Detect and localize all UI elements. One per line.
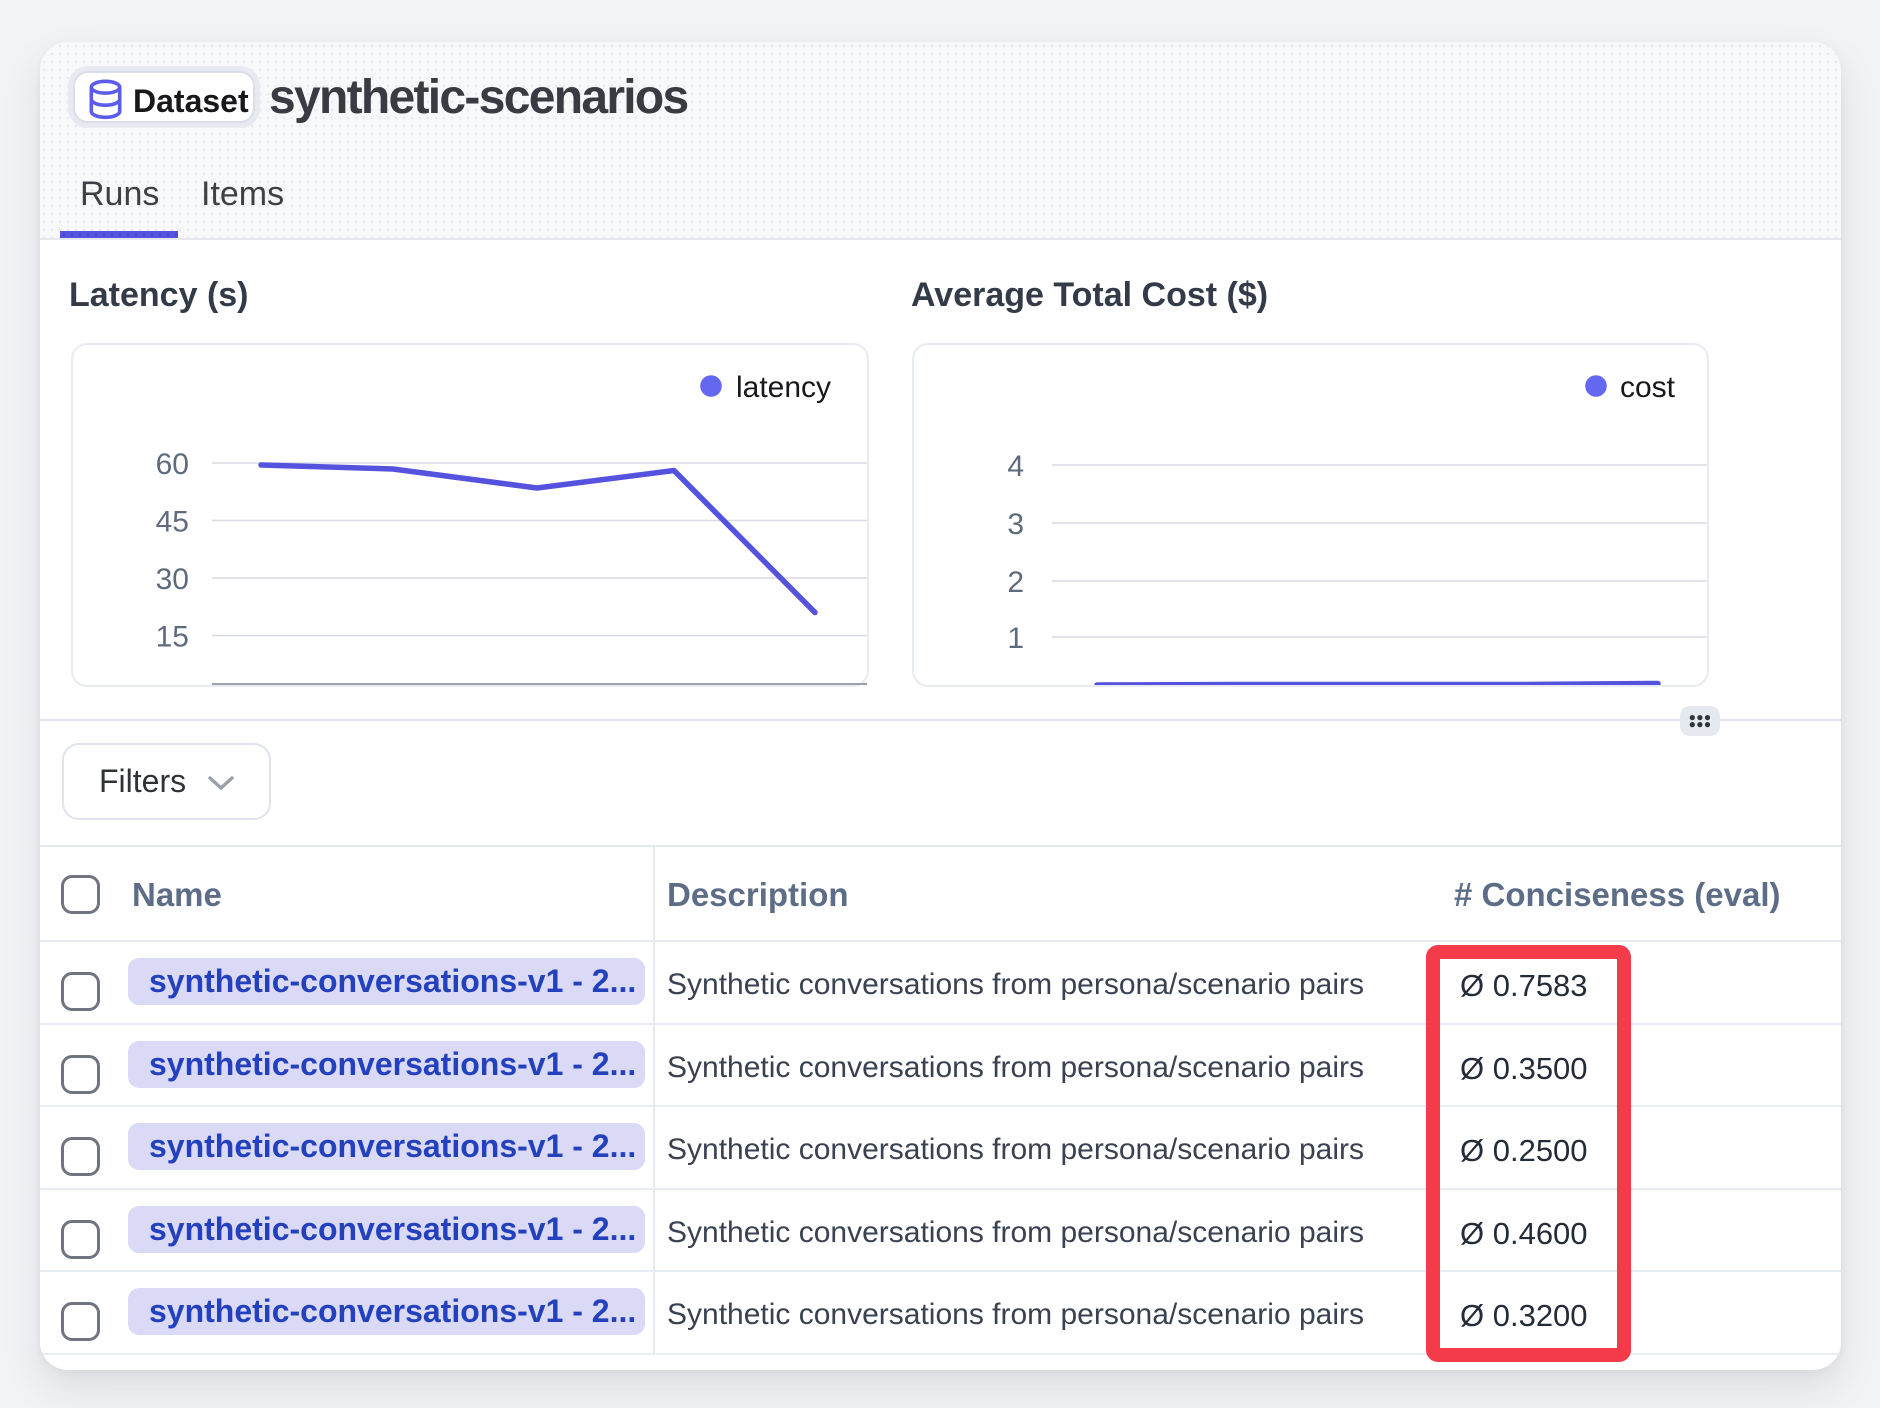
svg-text:15: 15 xyxy=(156,621,189,654)
svg-text:1: 1 xyxy=(1007,622,1024,655)
svg-text:2: 2 xyxy=(1007,566,1024,599)
svg-text:30: 30 xyxy=(156,563,189,596)
svg-text:cost: cost xyxy=(1620,371,1676,404)
svg-text:3: 3 xyxy=(1007,508,1024,541)
svg-text:4: 4 xyxy=(1007,450,1024,483)
svg-text:60: 60 xyxy=(156,448,189,481)
svg-text:45: 45 xyxy=(156,506,189,539)
svg-text:latency: latency xyxy=(736,371,831,404)
